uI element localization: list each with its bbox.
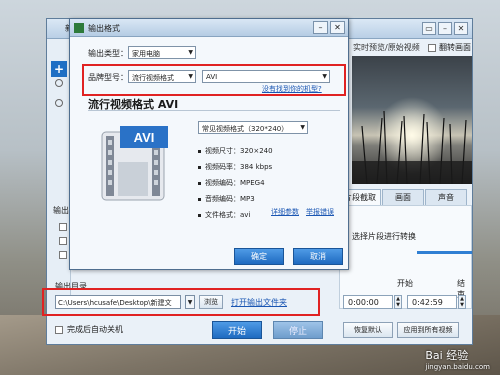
app-sidebar: + (47, 39, 71, 309)
preview-title: 实时预览/原始视频 (353, 43, 420, 52)
tab-panel (339, 205, 472, 309)
reset-default-button[interactable]: 恢复默认 (343, 322, 393, 338)
apply-all-button[interactable]: 应用到所有视频 (397, 322, 459, 338)
cancel-button[interactable]: 取消 (293, 248, 343, 265)
start-time-input[interactable]: 0:00:00 (343, 295, 393, 309)
menu-icon[interactable]: ▭ (422, 22, 436, 35)
auto-shutdown-option[interactable]: 完成后自动关机 (55, 324, 123, 335)
minimize-icon[interactable]: – (313, 21, 328, 34)
chevron-down-icon: ▼ (300, 124, 305, 131)
info-file-format: 文件格式：avi (198, 210, 250, 220)
output-label: 输出 (53, 206, 69, 215)
info-video-codec: 视频编码：MPEG4 (198, 178, 265, 188)
clock-icon (55, 79, 63, 87)
option-checkbox[interactable] (59, 223, 67, 231)
tab-audio[interactable]: 声音 (425, 189, 467, 205)
film-icon: AVI (101, 126, 168, 201)
select-clip-text: 选择片段进行转换 (352, 232, 416, 241)
tab-picture[interactable]: 画面 (382, 189, 424, 205)
output-type-label: 输出类型： (88, 49, 128, 58)
edit-tabs: 片段截取 画面 声音 (339, 189, 468, 205)
avi-format-icon: AVI (100, 122, 168, 202)
output-type-value: 家用电脑 (132, 50, 160, 58)
auto-shutdown-checkbox[interactable] (55, 325, 63, 334)
report-error-link[interactable]: 举报错误 (306, 207, 334, 217)
start-time-stepper[interactable]: ▲ ▼ (394, 295, 402, 309)
end-time-input[interactable]: 0:42:59 (407, 295, 457, 309)
add-file-button[interactable]: + (51, 61, 67, 77)
close-icon[interactable]: ✕ (454, 22, 468, 35)
avi-label: AVI (134, 130, 155, 145)
flip-option[interactable]: 翻转画面 (428, 42, 471, 53)
start-time-label: 开始 (397, 279, 413, 288)
dialog-title: 输出格式 (88, 24, 120, 33)
watermark-brand: Bai 经验 (425, 349, 469, 362)
flip-checkbox[interactable] (428, 43, 436, 52)
app-window-controls: ▭ – ✕ (422, 22, 468, 35)
close-icon[interactable]: ✕ (330, 21, 345, 34)
dialog-titlebar: 输出格式 – ✕ (70, 19, 348, 37)
info-video-bitrate: 视频码率：384 kbps (198, 162, 272, 172)
sunset-preview-image (352, 56, 472, 184)
watermark-url: jingyan.baidu.com (425, 363, 490, 371)
dialog-app-icon (74, 23, 84, 33)
end-time-stepper[interactable]: ▲ ▼ (458, 295, 466, 309)
clock-icon (55, 99, 63, 107)
preset-select[interactable]: 常见视频格式（320*240） ▼ (198, 121, 308, 134)
chevron-down-icon: ▼ (188, 49, 193, 56)
video-preview (352, 56, 472, 184)
info-audio-codec: 音频编码：MP3 (198, 194, 255, 204)
start-button[interactable]: 开始 (212, 321, 262, 339)
watermark: Bai 经验 jingyan.baidu.com (425, 347, 490, 371)
flip-label: 翻转画面 (439, 43, 471, 52)
annotation-highlight-brand (82, 64, 346, 96)
dialog-controls: – ✕ (313, 21, 345, 34)
output-type-select[interactable]: 家用电脑 ▼ (128, 46, 196, 59)
stop-button[interactable]: 停止 (273, 321, 323, 339)
option-checkbox[interactable] (59, 237, 67, 245)
detail-params-link[interactable]: 详细参数 (271, 207, 299, 217)
preset-value: 常见视频格式（320*240） (202, 125, 289, 133)
ok-button[interactable]: 确定 (234, 248, 284, 265)
divider (88, 110, 340, 111)
clip-range-bar[interactable] (417, 251, 472, 254)
annotation-highlight-output-dir (42, 288, 320, 316)
minimize-icon[interactable]: – (438, 22, 452, 35)
info-video-size: 视频尺寸：320×240 (198, 146, 273, 156)
auto-shutdown-label: 完成后自动关机 (67, 325, 123, 334)
option-checkbox[interactable] (59, 251, 67, 259)
